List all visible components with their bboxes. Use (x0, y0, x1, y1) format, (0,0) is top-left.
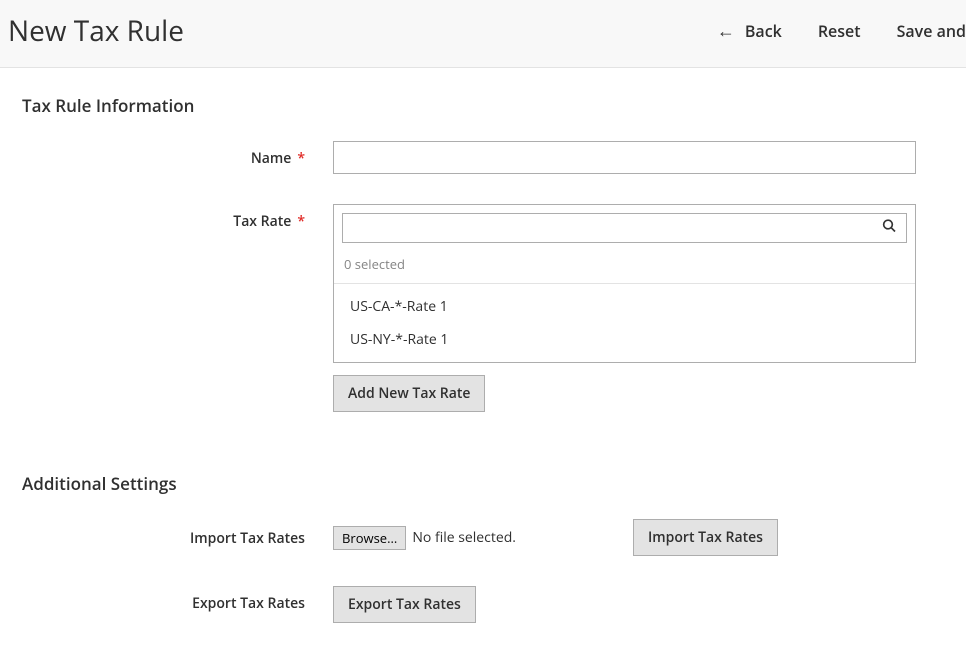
save-button[interactable]: Save and (897, 20, 966, 42)
name-input[interactable] (333, 141, 916, 174)
content: Tax Rule Information Name * Tax Rate * (0, 68, 966, 623)
header-actions: ← Back Reset Save and (717, 20, 966, 42)
tax-rate-option[interactable]: US-NY-*-Rate 1 (334, 323, 915, 356)
tax-rate-options: US-CA-*-Rate 1 US-NY-*-Rate 1 (334, 283, 915, 362)
label-export-text: Export Tax Rates (192, 594, 305, 613)
save-label: Save and (897, 20, 966, 42)
label-export: Export Tax Rates (0, 586, 333, 613)
field-row-name: Name * (0, 141, 966, 174)
arrow-left-icon: ← (717, 22, 735, 40)
field-row-tax-rate: Tax Rate * 0 selected US-CA-*-Rate 1 US-… (0, 204, 966, 412)
import-tax-rates-button[interactable]: Import Tax Rates (633, 519, 778, 556)
label-import: Import Tax Rates (0, 527, 333, 548)
label-tax-rate-text: Tax Rate (233, 212, 291, 231)
required-star-icon: * (297, 212, 305, 231)
back-label: Back (745, 20, 782, 42)
field-row-export: Export Tax Rates Export Tax Rates (0, 586, 966, 623)
back-button[interactable]: ← Back (717, 20, 782, 42)
tax-rate-selected-count: 0 selected (334, 251, 915, 283)
label-import-text: Import Tax Rates (190, 529, 305, 548)
field-col-export: Export Tax Rates (333, 586, 916, 623)
label-name-text: Name (251, 149, 292, 168)
field-col-tax-rate: 0 selected US-CA-*-Rate 1 US-NY-*-Rate 1… (333, 204, 916, 412)
section-heading-info: Tax Rule Information (0, 88, 966, 141)
page-title: New Tax Rule (8, 12, 184, 50)
browse-button[interactable]: Browse... (333, 526, 406, 550)
reset-button[interactable]: Reset (818, 20, 861, 42)
file-input-group: Browse... No file selected. (333, 526, 516, 550)
tax-rate-search-input[interactable] (342, 213, 907, 243)
tax-rate-search-wrap (334, 205, 915, 251)
field-col-name (333, 141, 916, 174)
tax-rate-option[interactable]: US-CA-*-Rate 1 (334, 290, 915, 323)
page-header: New Tax Rule ← Back Reset Save and (0, 0, 966, 68)
section-heading-additional: Additional Settings (0, 466, 966, 519)
file-status-text: No file selected. (412, 528, 516, 547)
additional-settings-section: Additional Settings Import Tax Rates Bro… (0, 466, 966, 623)
reset-label: Reset (818, 20, 861, 42)
required-star-icon: * (297, 149, 305, 168)
tax-rate-below: Add New Tax Rate (333, 375, 916, 412)
field-row-import: Import Tax Rates Browse... No file selec… (0, 519, 966, 556)
label-tax-rate: Tax Rate * (0, 204, 333, 231)
label-name: Name * (0, 141, 333, 168)
add-new-tax-rate-button[interactable]: Add New Tax Rate (333, 375, 485, 412)
export-tax-rates-button[interactable]: Export Tax Rates (333, 586, 476, 623)
tax-rate-multiselect: 0 selected US-CA-*-Rate 1 US-NY-*-Rate 1 (333, 204, 916, 363)
field-col-import: Browse... No file selected. Import Tax R… (333, 519, 916, 556)
import-action-wrap: Import Tax Rates (633, 519, 778, 556)
